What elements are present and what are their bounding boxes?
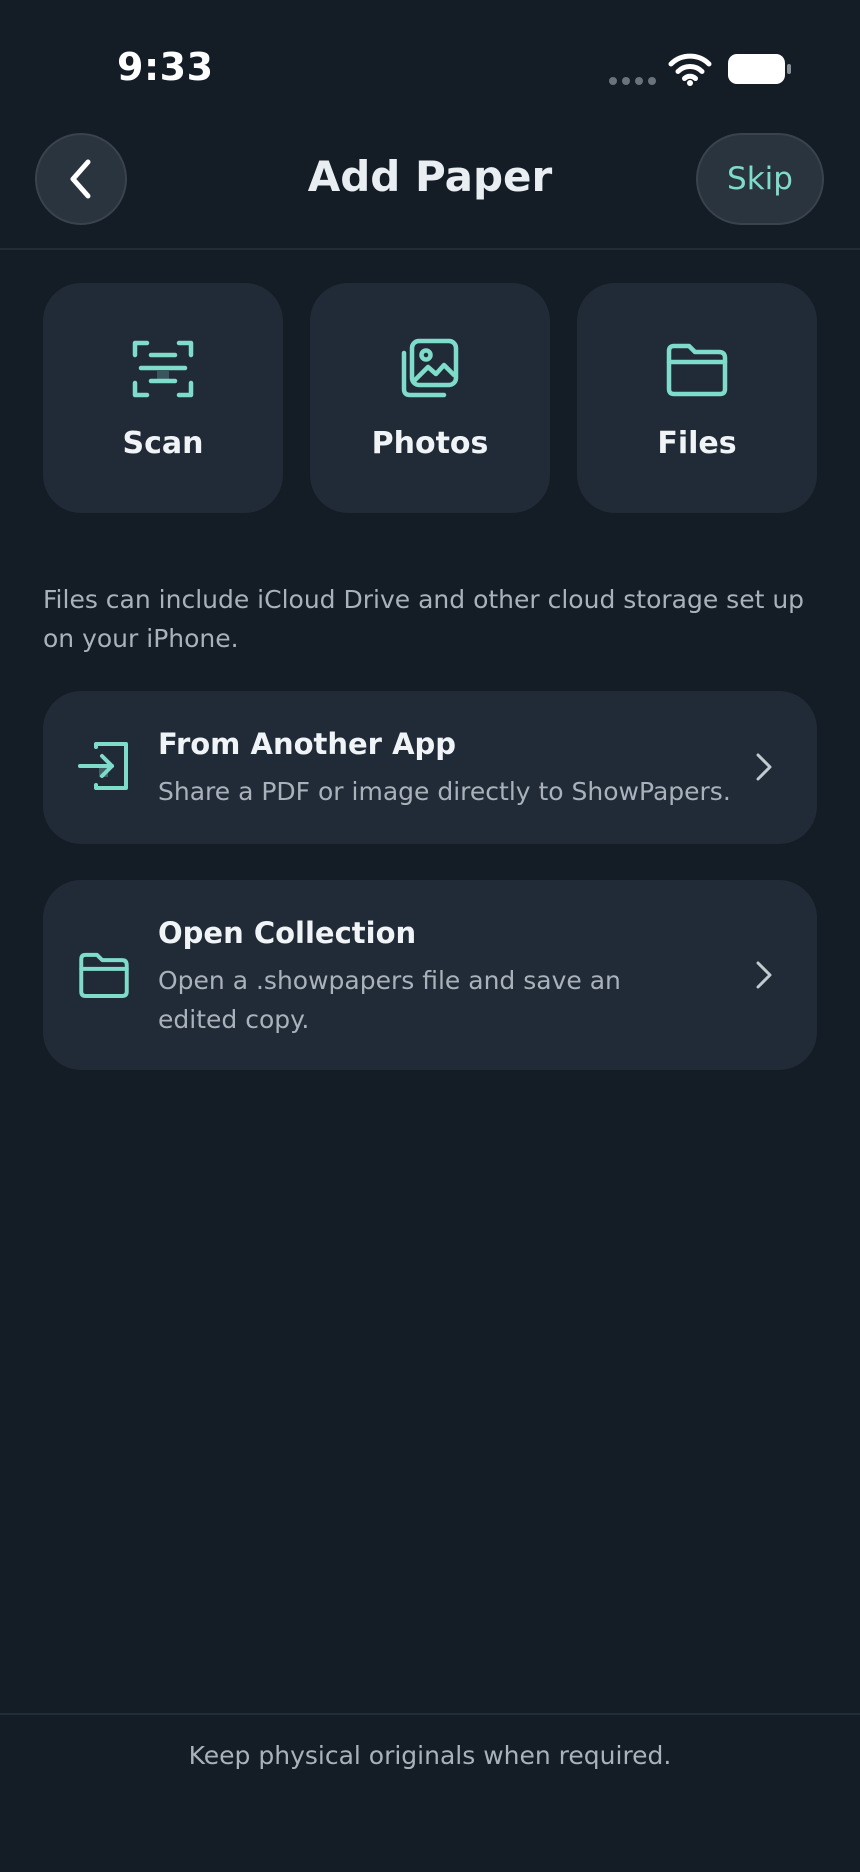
photos-icon	[401, 338, 459, 398]
option-title: From Another App	[158, 727, 457, 761]
from-another-app-option[interactable]: From Another App Share a PDF or image di…	[43, 691, 817, 844]
photos-tile[interactable]: Photos	[310, 283, 550, 513]
chevron-right-icon	[756, 753, 772, 781]
folder-icon	[666, 343, 728, 397]
scan-label: Scan	[122, 426, 204, 461]
battery-icon	[728, 54, 791, 84]
skip-button[interactable]: Skip	[696, 133, 824, 225]
footer: Keep physical originals when required.	[0, 1713, 860, 1872]
status-time: 9:33	[117, 45, 214, 89]
status-bar: 9:33	[0, 0, 860, 120]
files-label: Files	[657, 426, 737, 461]
scan-document-icon	[132, 340, 194, 398]
option-title: Open Collection	[158, 916, 417, 950]
option-subtitle: Open a .showpapers file and save an edit…	[158, 966, 621, 1034]
footer-note: Keep physical originals when required.	[188, 1741, 672, 1770]
open-collection-option[interactable]: Open Collection Open a .showpapers file …	[43, 880, 817, 1070]
files-note: Files can include iCloud Drive and other…	[43, 585, 805, 653]
photos-label: Photos	[371, 426, 489, 461]
wifi-icon	[668, 53, 712, 86]
folder-icon	[79, 952, 129, 998]
import-arrow-icon	[78, 742, 128, 790]
option-subtitle: Share a PDF or image directly to ShowPap…	[158, 777, 731, 806]
scan-tile[interactable]: Scan	[43, 283, 283, 513]
navigation-header: Add Paper Skip	[0, 120, 860, 250]
signal-dots-icon	[609, 77, 656, 85]
files-tile[interactable]: Files	[577, 283, 817, 513]
source-tiles: Scan Photos Files	[43, 283, 817, 513]
chevron-right-icon	[756, 961, 772, 989]
